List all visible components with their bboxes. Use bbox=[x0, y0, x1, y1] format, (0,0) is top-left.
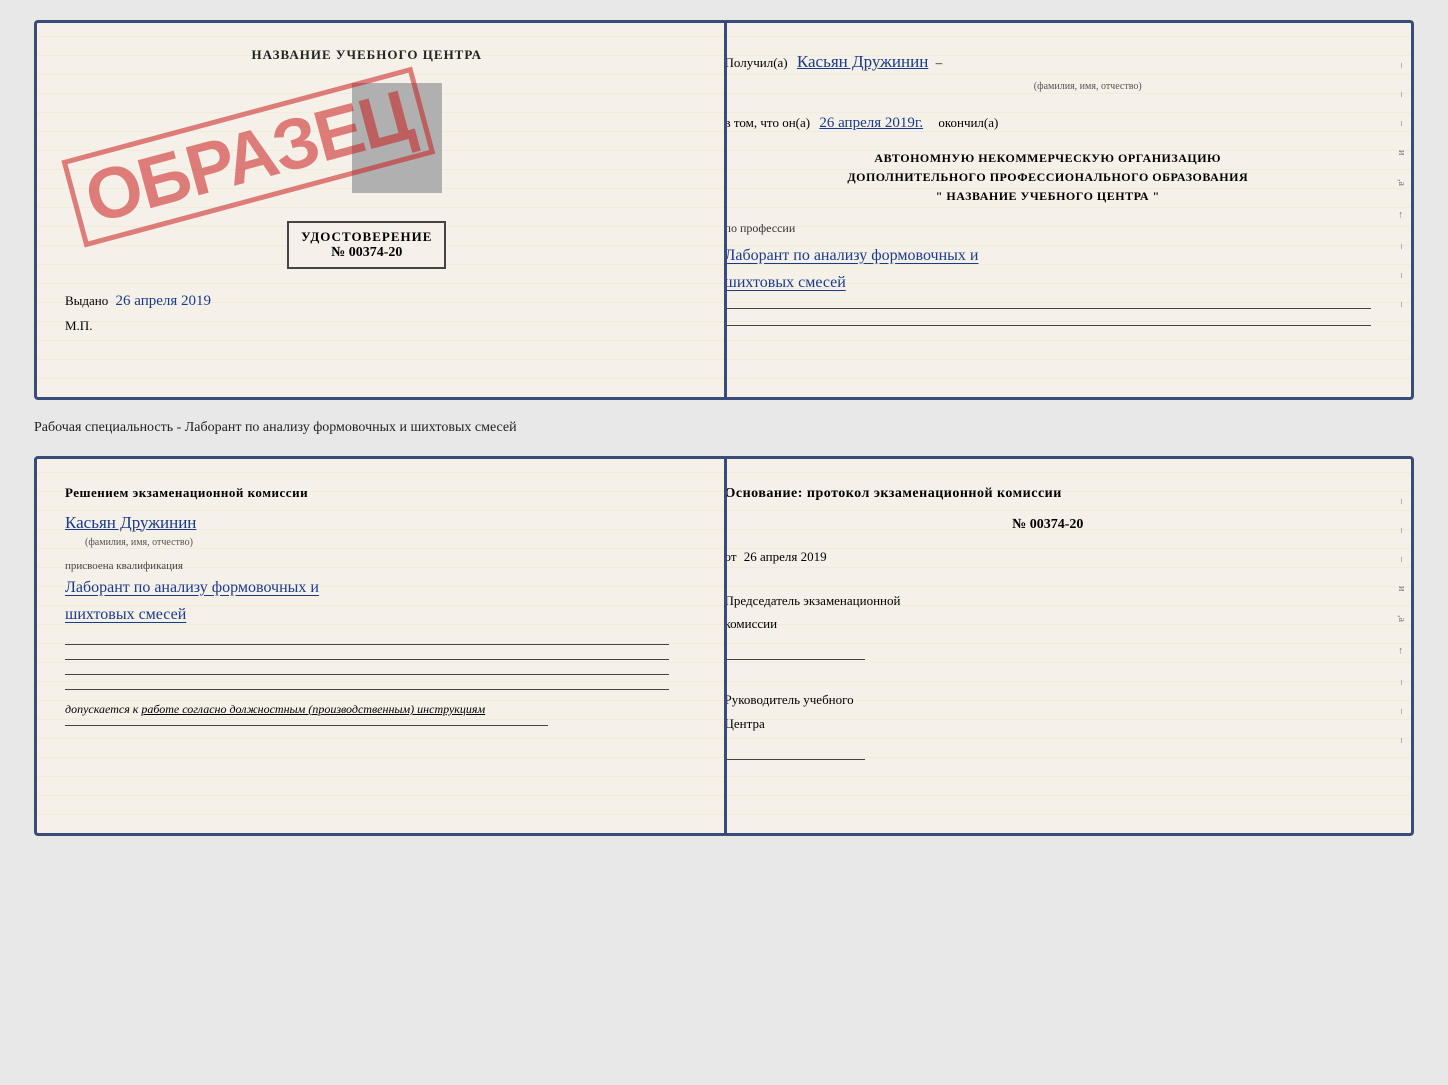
udost-box: УДОСТОВЕРЕНИЕ № 00374-20 bbox=[287, 221, 446, 269]
lower-edge-1: – bbox=[1396, 499, 1407, 504]
ot-label: от bbox=[725, 549, 737, 564]
sig-line-2 bbox=[725, 325, 1371, 326]
edge-label-9: – bbox=[1396, 302, 1407, 307]
predsedatel-line2: комиссии bbox=[725, 612, 1371, 635]
lower-sig-line-2 bbox=[65, 659, 669, 660]
between-text: Рабочая специальность - Лаборант по анал… bbox=[34, 416, 1414, 440]
dash1: – bbox=[936, 55, 943, 70]
допуск-value: работе согласно должностным (производств… bbox=[141, 702, 485, 716]
допуск-sig-line bbox=[65, 725, 548, 726]
vtom-label: в том, что он(а) bbox=[725, 115, 811, 130]
edge-label-3: – bbox=[1396, 121, 1407, 126]
org-line3: " НАЗВАНИЕ УЧЕБНОГО ЦЕНТРА " bbox=[725, 187, 1371, 206]
upper-title: НАЗВАНИЕ УЧЕБНОГО ЦЕНТРА bbox=[65, 47, 669, 63]
udost-number: № 00374-20 bbox=[301, 245, 432, 261]
udost-label: УДОСТОВЕРЕНИЕ bbox=[301, 229, 432, 245]
rukovoditel-sig bbox=[725, 759, 865, 760]
lower-edge-6: ← bbox=[1396, 646, 1407, 656]
resheniem-label: Решением экзаменационной комиссии bbox=[65, 483, 669, 503]
lower-edge-4: и bbox=[1396, 586, 1407, 591]
page-wrapper: НАЗВАНИЕ УЧЕБНОГО ЦЕНТРА ОБРАЗЕЦ УДОСТОВ… bbox=[34, 20, 1414, 836]
rukovoditel-line1: Руководитель учебного bbox=[725, 688, 1371, 711]
predsedatel-line1: Председатель экзаменационной bbox=[725, 589, 1371, 612]
poluchil-row: Получил(a) Касьян Дружинин – (фамилия, и… bbox=[725, 47, 1371, 96]
osnovanie-label: Основание: протокол экзаменационной коми… bbox=[725, 483, 1371, 504]
org-line1: АВТОНОМНУЮ НЕКОММЕРЧЕСКУЮ ОРГАНИЗАЦИЮ bbox=[725, 149, 1371, 168]
name-subtitle-lower: (фамилия, имя, отчество) bbox=[85, 537, 669, 548]
lower-sig-line-4 bbox=[65, 689, 669, 690]
edge-label-1: – bbox=[1396, 63, 1407, 68]
photo-placeholder bbox=[352, 83, 442, 193]
udost-center: УДОСТОВЕРЕНИЕ № 00374-20 bbox=[65, 213, 669, 277]
vydano-row: Выдано 26 апреля 2019 bbox=[65, 293, 669, 310]
predsedatel-sig bbox=[725, 659, 865, 660]
right-edge-labels-upper: – – – и ,а ← – – – bbox=[1396, 63, 1407, 307]
name-handwrite-lower: Касьян Дружинин bbox=[65, 513, 196, 532]
org-block: АВТОНОМНУЮ НЕКОММЕРЧЕСКУЮ ОРГАНИЗАЦИЮ ДО… bbox=[725, 149, 1371, 207]
prof-line2-upper: шихтовых смесей bbox=[725, 269, 1371, 296]
lower-sig-line-3 bbox=[65, 674, 669, 675]
ot-date-row: от 26 апреля 2019 bbox=[725, 545, 1371, 568]
lower-edge-7: – bbox=[1396, 680, 1407, 685]
lower-edge-5: ,а bbox=[1396, 615, 1407, 622]
lower-edge-3: – bbox=[1396, 557, 1407, 562]
po-professii-label: по профессии bbox=[725, 218, 1371, 240]
lower-edge-9: – bbox=[1396, 738, 1407, 743]
qual-line2: шихтовых смесей bbox=[65, 601, 669, 628]
protocol-number: № 00374-20 bbox=[725, 512, 1371, 537]
upper-cert-card: НАЗВАНИЕ УЧЕБНОГО ЦЕНТРА ОБРАЗЕЦ УДОСТОВ… bbox=[34, 20, 1414, 400]
lower-right-panel: Основание: протокол экзаменационной коми… bbox=[697, 459, 1411, 833]
lower-right-content: Основание: протокол экзаменационной коми… bbox=[725, 483, 1371, 760]
poluchil-label: Получил(a) bbox=[725, 55, 788, 70]
edge-label-6: ← bbox=[1396, 210, 1407, 220]
name-subtitle-upper: (фамилия, имя, отчество) bbox=[805, 78, 1371, 96]
edge-label-7: – bbox=[1396, 244, 1407, 249]
edge-label-5: ,а bbox=[1396, 179, 1407, 186]
upper-left-panel: НАЗВАНИЕ УЧЕБНОГО ЦЕНТРА ОБРАЗЕЦ УДОСТОВ… bbox=[37, 23, 697, 397]
edge-label-2: – bbox=[1396, 92, 1407, 97]
name-handwrite-upper: Касьян Дружинин bbox=[797, 52, 928, 71]
okonchil-label: окончил(а) bbox=[938, 115, 998, 130]
lower-cert-card: Решением экзаменационной комиссии Касьян… bbox=[34, 456, 1414, 836]
допуск-text: допускается к работе согласно должностны… bbox=[65, 702, 669, 717]
prisvoena-label: присвоена квалификация bbox=[65, 560, 669, 572]
lower-edge-2: – bbox=[1396, 528, 1407, 533]
qual-line1: Лаборант по анализу формовочных и bbox=[65, 574, 669, 601]
edge-label-4: и bbox=[1396, 150, 1407, 155]
rukovoditel-line2: Центра bbox=[725, 712, 1371, 735]
mp-label: М.П. bbox=[65, 318, 669, 334]
vydano-label: Выдано bbox=[65, 293, 108, 308]
ot-date: 26 апреля 2019 bbox=[744, 549, 827, 564]
lower-edge-8: – bbox=[1396, 709, 1407, 714]
sig-line-1 bbox=[725, 308, 1371, 309]
right-edge-labels-lower: – – – и ,а ← – – – bbox=[1396, 499, 1407, 743]
edge-label-8: – bbox=[1396, 273, 1407, 278]
lower-sig-line-1 bbox=[65, 644, 669, 645]
upper-right-panel: Получил(a) Касьян Дружинин – (фамилия, и… bbox=[697, 23, 1411, 397]
допуск-prefix: допускается к bbox=[65, 702, 138, 716]
vydano-date: 26 апреля 2019 bbox=[116, 293, 212, 309]
lower-left-panel: Решением экзаменационной комиссии Касьян… bbox=[37, 459, 697, 833]
vtom-row: в том, что он(а) 26 апреля 2019г. окончи… bbox=[725, 110, 1371, 137]
vtom-date: 26 апреля 2019г. bbox=[819, 115, 923, 131]
prof-line1-upper: Лаборант по анализу формовочных и bbox=[725, 242, 1371, 269]
upper-right-content: Получил(a) Касьян Дружинин – (фамилия, и… bbox=[725, 47, 1371, 326]
org-line2: ДОПОЛНИТЕЛЬНОГО ПРОФЕССИОНАЛЬНОГО ОБРАЗО… bbox=[725, 168, 1371, 187]
